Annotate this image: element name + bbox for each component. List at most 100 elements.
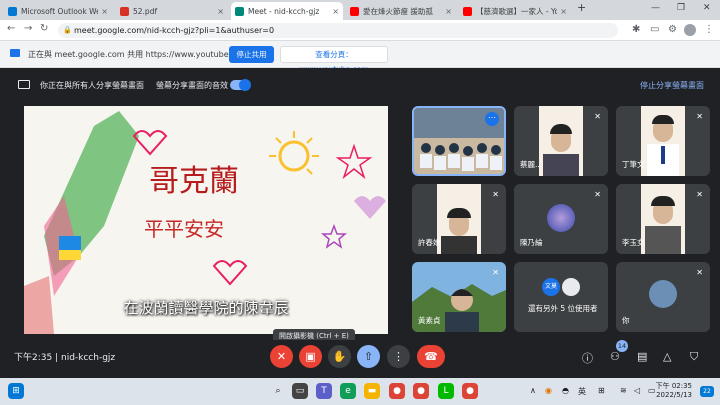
taskbar-clock[interactable]: 下午 02:35 2022/5/13 [656, 382, 692, 400]
line-icon[interactable]: L [438, 383, 454, 399]
host-controls-icon[interactable]: ⛉ [690, 350, 698, 364]
tab-title: Microsoft Outlook Web [21, 6, 99, 16]
mic-toggle-button[interactable]: ✕ [270, 345, 293, 368]
mic-off-icon: ✕ [696, 112, 703, 121]
participant-video [539, 106, 583, 176]
share-message: 正在與 meet.google.com 共用 https://www.youtu… [28, 50, 249, 59]
tab-youtube-1[interactable]: 愛在烽火節瘦 援助孤 × [346, 2, 456, 20]
chrome-icon[interactable]: ● [462, 383, 478, 399]
meeting-code: nid-kcch-gjz [60, 353, 116, 363]
camera-toggle-button[interactable]: ▣ [299, 345, 322, 368]
url-input[interactable]: 🔒 meet.google.com/nid-kcch-gjz?pli=1&auth… [58, 23, 618, 38]
tray-app-icon[interactable]: ◓ [562, 386, 569, 395]
file-explorer-icon[interactable]: ▬ [364, 383, 380, 399]
close-icon[interactable]: × [332, 7, 339, 16]
notification-badge[interactable]: 22 [700, 386, 714, 397]
more-options-button[interactable]: ⋮ [387, 345, 410, 368]
mic-off-icon: ✕ [594, 112, 601, 121]
stop-sharing-button[interactable]: 停止共用 [229, 46, 274, 63]
clock-date: 2022/5/13 [656, 391, 692, 399]
more-icon[interactable]: ⋮ [704, 24, 714, 35]
participant-tile[interactable]: ✕ 丁筆文 [616, 106, 710, 176]
back-icon[interactable]: ← [7, 23, 15, 34]
maximize-icon[interactable]: ❐ [677, 3, 685, 13]
reload-icon[interactable]: ↻ [40, 23, 48, 34]
chat-icon[interactable]: ▤ [637, 350, 647, 363]
avatar [562, 278, 580, 296]
participant-tile[interactable]: ✕ 蔡麗... [514, 106, 608, 176]
participant-tile-self[interactable]: ✕ 你 [616, 262, 710, 332]
task-view-icon[interactable]: ▭ [292, 383, 308, 399]
participant-tile[interactable]: ✕ 許春嬌 [412, 184, 506, 254]
meet-icon [235, 6, 244, 16]
participant-tile[interactable]: ✕ 黃素貞 [412, 262, 506, 332]
tab-outlook[interactable]: Microsoft Outlook Web × [4, 2, 112, 20]
close-icon[interactable]: × [217, 7, 224, 16]
meeting-time: 下午2:35 [14, 353, 53, 363]
search-icon[interactable]: ⌕ [270, 383, 286, 399]
windows-taskbar: ⊞ ⌕ ▭ T e ▬ ● ● L ● ∧ ◉ ◓ 英 ⊞ ≋ ◁ ▭ 下午 0… [0, 378, 720, 405]
raise-hand-button[interactable]: ✋ [328, 345, 351, 368]
forward-icon[interactable]: → [24, 23, 32, 34]
teams-icon[interactable]: T [316, 383, 332, 399]
close-icon[interactable]: × [101, 7, 108, 16]
meeting-details-icon[interactable]: ⓘ [582, 350, 593, 366]
wifi-icon[interactable]: ≋ [620, 386, 627, 395]
present-button[interactable]: ⇧ [357, 345, 380, 368]
tab-youtube-2[interactable]: 【慈濟歌選】一家人 - Yo × [459, 2, 571, 20]
participant-name: 黃素貞 [418, 316, 441, 325]
tab-pdf[interactable]: 52.pdf × [116, 2, 228, 20]
clock-time: 下午 02:35 [655, 382, 692, 390]
participant-tile[interactable]: ✕ 陳乃綸 [514, 184, 608, 254]
mic-off-icon: ✕ [594, 190, 601, 199]
participant-video [641, 184, 685, 254]
share-notification-bar: 正在與 meet.google.com 共用 https://www.youtu… [0, 41, 720, 74]
extensions-icon[interactable]: ✱ [632, 24, 640, 35]
participant-tile-classroom[interactable]: ⋯ [412, 106, 506, 176]
avatar[interactable] [684, 24, 696, 36]
minimize-icon[interactable]: — [651, 3, 660, 13]
input-language[interactable]: 英 [578, 386, 586, 397]
youtube-icon [350, 6, 359, 16]
tab-title: Meet - nid-kcch-gjz [248, 6, 320, 16]
close-window-icon[interactable]: ✕ [703, 3, 711, 13]
participant-name: 還有另外 5 位使用者 [528, 304, 598, 313]
leave-call-button[interactable]: ☎ [417, 345, 445, 368]
address-bar: ← → ↻ 🔒 meet.google.com/nid-kcch-gjz?pli=… [0, 20, 720, 41]
start-icon[interactable]: ⊞ [8, 383, 24, 399]
chrome-icon[interactable]: ● [413, 383, 429, 399]
participant-tile-others[interactable]: 文莫 還有另外 5 位使用者 [514, 262, 608, 332]
battery-icon[interactable]: ▭ [648, 386, 656, 395]
close-icon[interactable]: × [560, 7, 567, 16]
ime-icon[interactable]: ⊞ [598, 386, 605, 395]
svg-text:平平安安: 平平安安 [144, 217, 224, 241]
tab-meet[interactable]: Meet - nid-kcch-gjz × [231, 2, 343, 20]
stop-presenting-link[interactable]: 停止分享螢幕畫面 [640, 80, 704, 91]
mic-off-icon: ✕ [696, 268, 703, 277]
tab-search-icon[interactable]: ▭ [650, 24, 659, 35]
participant-name: 你 [622, 316, 630, 325]
present-icon [18, 80, 30, 89]
pdf-icon [120, 6, 129, 16]
outlook-icon [8, 6, 17, 16]
new-tab-button[interactable]: + [577, 1, 586, 14]
url-text: meet.google.com/nid-kcch-gjz?pli=1&authu… [74, 26, 275, 35]
activities-icon[interactable]: △ [663, 350, 671, 363]
tray-app-icon[interactable]: ◉ [545, 386, 552, 395]
close-icon[interactable]: × [445, 7, 452, 16]
sound-toggle[interactable] [230, 79, 251, 91]
more-options-icon[interactable]: ⋯ [485, 112, 499, 126]
people-icon[interactable]: ⚇ [610, 350, 620, 363]
participant-tile[interactable]: ✕ 李玉女 [616, 184, 710, 254]
meeting-info: 下午2:35 | nid-kcch-gjz [14, 353, 116, 363]
volume-icon[interactable]: ◁ [634, 386, 640, 395]
edge-icon[interactable]: e [340, 383, 356, 399]
chrome-icon[interactable]: ● [389, 383, 405, 399]
tab-title: 愛在烽火節瘦 援助孤 [363, 6, 433, 16]
view-tab-button[interactable]: 查看分頁：www.youtube.com [280, 46, 388, 74]
avatar [649, 280, 677, 308]
tray-overflow-icon[interactable]: ∧ [530, 386, 536, 395]
tab-title: 52.pdf [133, 6, 158, 16]
settings-icon[interactable]: ⚙ [668, 24, 677, 35]
avatar [547, 204, 575, 232]
